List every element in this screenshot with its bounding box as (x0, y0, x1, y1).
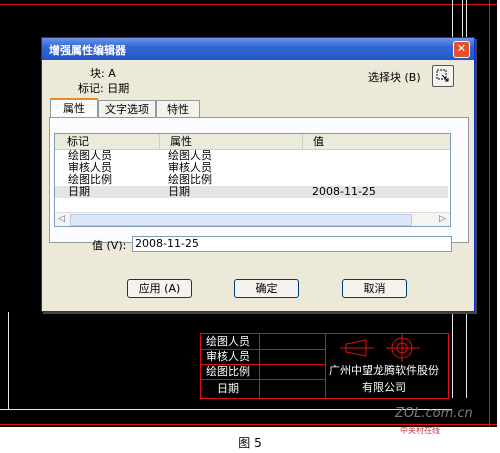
cell-value: 2008-11-25 (312, 185, 376, 198)
table-row-selected[interactable]: 日期 日期 2008-11-25 (55, 186, 448, 198)
table-row[interactable]: 绘图人员 绘图人员 (55, 150, 448, 162)
title-block-cell: 绘图比例 (206, 365, 250, 378)
scroll-right-icon[interactable]: ▷ (436, 213, 449, 226)
company-name: 广州中望龙腾软件股份 有限公司 (322, 362, 446, 396)
title-block-divider (259, 334, 260, 398)
select-block-button[interactable] (432, 65, 454, 87)
apply-button[interactable]: 应用 (A) (127, 279, 192, 298)
figure-caption: 图 5 (238, 436, 262, 450)
select-block-label: 选择块 (B) (368, 71, 421, 84)
title-block-cell: 审核人员 (206, 350, 250, 363)
block-label: 块: A (90, 67, 116, 80)
title-block-cell: 绘图人员 (206, 335, 250, 348)
scroll-left-icon[interactable]: ◁ (55, 213, 68, 226)
frame-line-bottom (0, 409, 452, 410)
title-block-cell: 日期 (217, 382, 239, 395)
scrollbar-thumb[interactable] (70, 214, 412, 226)
frame-line-left (8, 312, 9, 409)
drawing-border-top (0, 4, 497, 5)
table-row[interactable]: 审核人员 审核人员 (55, 162, 448, 174)
cell-tag: 日期 (68, 185, 90, 198)
ok-button[interactable]: 确定 (234, 279, 299, 298)
dialog-title: 增强属性编辑器 (49, 44, 126, 57)
watermark: ZOL.com.cn (395, 406, 473, 421)
table-row[interactable]: 绘图比例 绘图比例 (55, 174, 448, 186)
horizontal-scrollbar[interactable]: ◁ ▷ (55, 212, 450, 226)
cancel-button[interactable]: 取消 (342, 279, 407, 298)
tab-properties[interactable]: 特性 (156, 100, 200, 118)
tab-text-options[interactable]: 文字选项 (98, 100, 156, 118)
value-input[interactable]: 2008-11-25 (132, 236, 452, 252)
column-header-value[interactable]: 值 (303, 134, 450, 150)
pick-cursor-icon (436, 69, 449, 82)
title-block-divider (201, 379, 325, 380)
column-header-tag[interactable]: 标记 (55, 134, 160, 150)
frame-line-inner (462, 0, 463, 40)
value-label: 值 (V): (92, 239, 127, 252)
dialog-titlebar[interactable]: 增强属性编辑器 ✕ (42, 38, 474, 60)
cell-prompt: 日期 (168, 185, 190, 198)
company-name-line: 广州中望龙腾软件股份 (329, 364, 439, 377)
company-name-line: 有限公司 (362, 381, 406, 394)
projection-symbol-icon (340, 334, 420, 362)
enhanced-attribute-editor-dialog: 增强属性编辑器 ✕ 块: A 标记: 日期 选择块 (B) 属性 文字选项 特性… (41, 37, 475, 312)
close-button[interactable]: ✕ (453, 41, 470, 58)
drawing-border-right (489, 0, 490, 427)
attribute-list[interactable]: 标记 属性 值 绘图人员 绘图人员 审核人员 审核人员 绘图比例 绘图比例 日期… (54, 133, 451, 227)
column-header-prompt[interactable]: 属性 (160, 134, 303, 150)
tag-label: 标记: 日期 (78, 82, 130, 95)
